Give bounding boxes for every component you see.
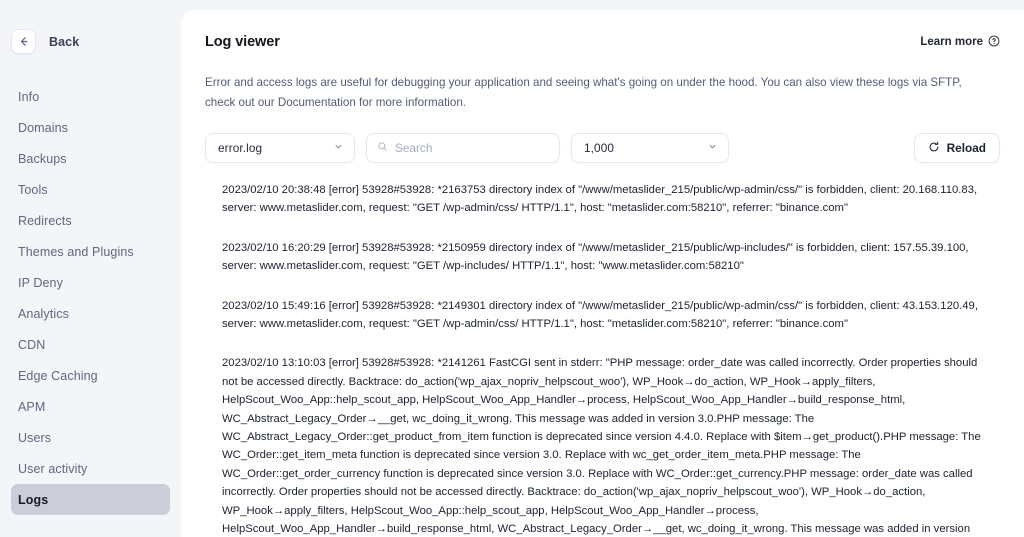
refresh-icon — [928, 141, 940, 156]
log-entry: 2023/02/10 15:49:16 [error] 53928#53928:… — [222, 299, 982, 331]
back-button[interactable] — [11, 29, 36, 54]
sidebar-item-backups[interactable]: Backups — [11, 143, 170, 174]
sidebar-nav: Info Domains Backups Tools Redirects The… — [0, 81, 181, 515]
sidebar-item-ip-deny[interactable]: IP Deny — [11, 267, 170, 298]
sidebar-item-themes-and-plugins[interactable]: Themes and Plugins — [11, 236, 170, 267]
log-file-select[interactable]: error.log — [205, 133, 355, 163]
reload-label: Reload — [946, 141, 986, 155]
sidebar-item-label: Themes and Plugins — [18, 244, 134, 259]
search-icon — [377, 139, 388, 157]
log-file-select-value: error.log — [218, 141, 263, 155]
sidebar-item-label: Backups — [18, 151, 67, 166]
sidebar-item-label: Tools — [18, 182, 48, 197]
sidebar-item-label: Analytics — [18, 306, 69, 321]
search-input[interactable] — [395, 141, 549, 155]
sidebar-item-label: Logs — [18, 492, 49, 507]
help-circle-icon — [988, 35, 1000, 50]
sidebar-item-domains[interactable]: Domains — [11, 112, 170, 143]
page-title: Log viewer — [205, 34, 280, 50]
panel-header: Log viewer Learn more — [205, 30, 1000, 54]
log-controls: error.log Search 1,000 Reload — [205, 133, 1000, 163]
panel-inner: Log viewer Learn more Error and access l… — [181, 10, 1024, 537]
sidebar-item-apm[interactable]: APM — [11, 391, 170, 422]
chevron-down-icon — [707, 139, 718, 157]
sidebar-item-users[interactable]: Users — [11, 422, 170, 453]
sidebar-item-cdn[interactable]: CDN — [11, 329, 170, 360]
sidebar-item-label: Edge Caching — [18, 368, 98, 383]
back-row: Back — [0, 29, 181, 54]
line-count-select-value: 1,000 — [584, 141, 615, 155]
sidebar-item-label: CDN — [18, 337, 46, 352]
page-description: Error and access logs are useful for deb… — [205, 76, 962, 109]
sidebar-item-label: Redirects — [18, 213, 72, 228]
learn-more-label: Learn more — [920, 36, 983, 48]
sidebar-item-user-activity[interactable]: User activity — [11, 453, 170, 484]
reload-button[interactable]: Reload — [913, 133, 1000, 163]
log-entry: 2023/02/10 20:38:48 [error] 53928#53928:… — [222, 184, 981, 215]
sidebar-item-tools[interactable]: Tools — [11, 174, 170, 205]
log-viewer-app: Back Info Domains Backups Tools Redirect… — [0, 0, 1024, 537]
back-label: Back — [49, 34, 80, 49]
chevron-down-icon — [333, 139, 344, 157]
line-count-select[interactable]: 1,000 — [571, 133, 729, 163]
sidebar: Back Info Domains Backups Tools Redirect… — [0, 0, 181, 537]
sidebar-item-info[interactable]: Info — [11, 81, 170, 112]
sidebar-item-label: Domains — [18, 120, 69, 135]
sidebar-item-edge-caching[interactable]: Edge Caching — [11, 360, 170, 391]
sidebar-item-label: Users — [18, 430, 52, 445]
main-panel: Log viewer Learn more Error and access l… — [181, 10, 1024, 537]
log-entry: 2023/02/10 16:20:29 [error] 53928#53928:… — [222, 241, 972, 273]
log-output[interactable]: 2023/02/10 20:38:48 [error] 53928#53928:… — [205, 181, 1000, 537]
sidebar-item-label: Info — [18, 89, 40, 104]
arrow-left-icon — [17, 35, 30, 48]
learn-more-link[interactable]: Learn more — [920, 35, 1000, 50]
sidebar-item-label: User activity — [18, 461, 88, 476]
sidebar-item-label: IP Deny — [18, 275, 63, 290]
sidebar-item-label: APM — [18, 399, 46, 414]
log-entry: 2023/02/10 13:10:03 [error] 53928#53928:… — [222, 357, 981, 536]
sidebar-item-logs[interactable]: Logs — [11, 484, 170, 515]
sidebar-item-analytics[interactable]: Analytics — [11, 298, 170, 329]
sidebar-item-redirects[interactable]: Redirects — [11, 205, 170, 236]
search-box[interactable] — [366, 133, 560, 163]
